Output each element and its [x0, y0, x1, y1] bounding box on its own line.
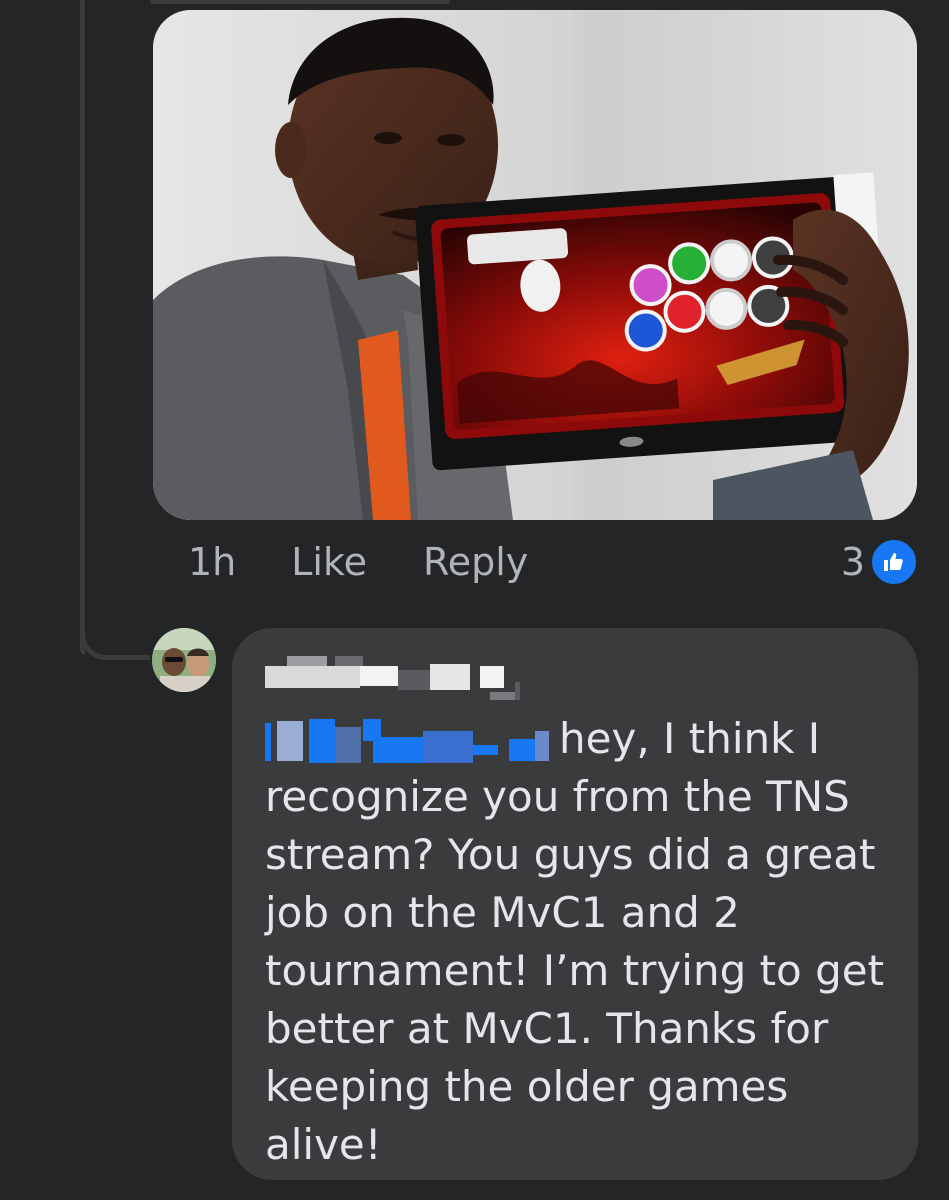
reaction-count: 3 [840, 540, 865, 584]
comment-photo[interactable] [153, 10, 917, 520]
previous-content-edge [150, 0, 450, 4]
comment-actions: 1h Like Reply [188, 534, 528, 590]
comment-timestamp[interactable]: 1h [188, 540, 236, 584]
thread-connector-reply [80, 600, 150, 660]
reply-comment-bubble: hey, I think I recognize you from the TN… [232, 628, 918, 1180]
avatar[interactable] [152, 628, 216, 692]
comment-author[interactable] [265, 650, 888, 710]
avatar-photo [152, 628, 216, 692]
thumbs-up-icon [869, 537, 919, 587]
comment-text: hey, I think I recognize you from the TN… [265, 714, 885, 1169]
arcade-stick-photo [153, 10, 917, 520]
like-button[interactable]: Like [291, 540, 367, 584]
reply-button[interactable]: Reply [423, 540, 528, 584]
thread-connector-vertical [80, 0, 85, 655]
author-redaction [265, 654, 520, 700]
reaction-summary[interactable]: 3 [841, 534, 919, 590]
mention-redaction[interactable] [265, 718, 549, 765]
comment-body: hey, I think I recognize you from the TN… [265, 710, 888, 1174]
